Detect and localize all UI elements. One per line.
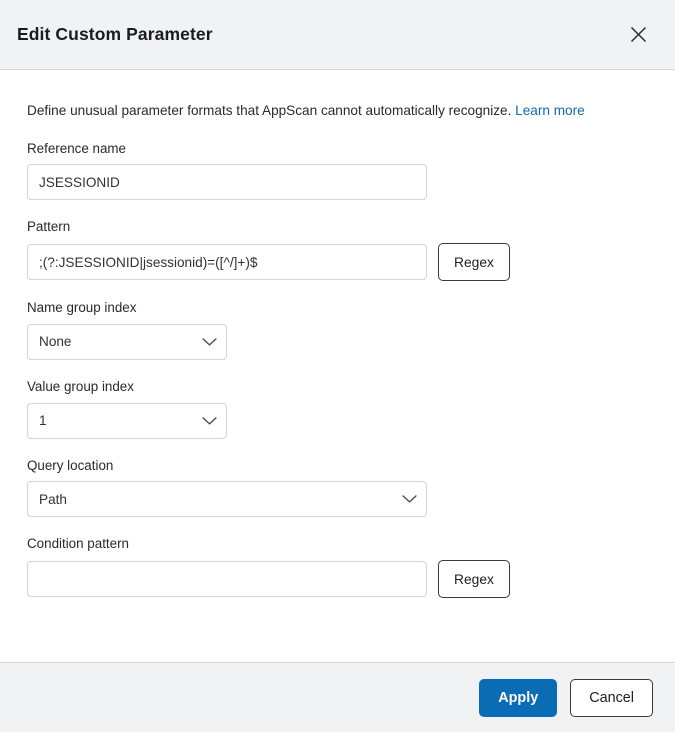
field-pattern: Pattern Regex [27, 219, 648, 282]
reference-name-label: Reference name [27, 140, 126, 156]
query-location-label: Query location [27, 457, 114, 473]
close-icon-glyph [630, 26, 646, 43]
pattern-label: Pattern [27, 219, 71, 235]
pattern-row: Regex [27, 243, 648, 282]
dialog-title: Edit Custom Parameter [17, 23, 213, 44]
value-group-index-label: Value group index [27, 378, 134, 394]
field-query-location: Query location Path [27, 457, 648, 518]
query-location-value[interactable]: Path [27, 481, 427, 518]
pattern-regex-button[interactable]: Regex [438, 243, 510, 282]
name-group-index-label: Name group index [27, 300, 137, 316]
dialog-footer: Apply Cancel [0, 662, 675, 732]
apply-button[interactable]: Apply [479, 678, 558, 717]
value-group-index-value[interactable]: 1 [27, 402, 227, 439]
edit-custom-parameter-dialog: Edit Custom Parameter Define unusual par… [0, 0, 675, 732]
reference-name-row [27, 164, 648, 201]
dialog-body: Define unusual parameter formats that Ap… [0, 70, 675, 662]
dialog-header: Edit Custom Parameter [0, 0, 675, 70]
condition-pattern-row: Regex [27, 560, 648, 599]
pattern-input[interactable] [27, 244, 427, 281]
description-text: Define unusual parameter formats that Ap… [27, 103, 512, 118]
value-group-index-select[interactable]: 1 [27, 402, 227, 439]
condition-pattern-label: Condition pattern [27, 536, 129, 552]
dialog-description: Define unusual parameter formats that Ap… [27, 70, 648, 120]
field-condition-pattern: Condition pattern Regex [27, 536, 648, 599]
cancel-button[interactable]: Cancel [570, 678, 653, 717]
query-location-select[interactable]: Path [27, 481, 427, 518]
condition-pattern-regex-button[interactable]: Regex [438, 560, 510, 599]
learn-more-link[interactable]: Learn more [515, 103, 585, 118]
close-icon[interactable] [623, 20, 653, 50]
name-group-index-select[interactable]: None [27, 323, 227, 360]
field-reference-name: Reference name [27, 140, 648, 201]
condition-pattern-input[interactable] [27, 561, 427, 598]
field-value-group-index: Value group index 1 [27, 378, 648, 439]
name-group-index-value[interactable]: None [27, 323, 227, 360]
reference-name-input[interactable] [27, 164, 427, 201]
field-name-group-index: Name group index None [27, 300, 648, 360]
